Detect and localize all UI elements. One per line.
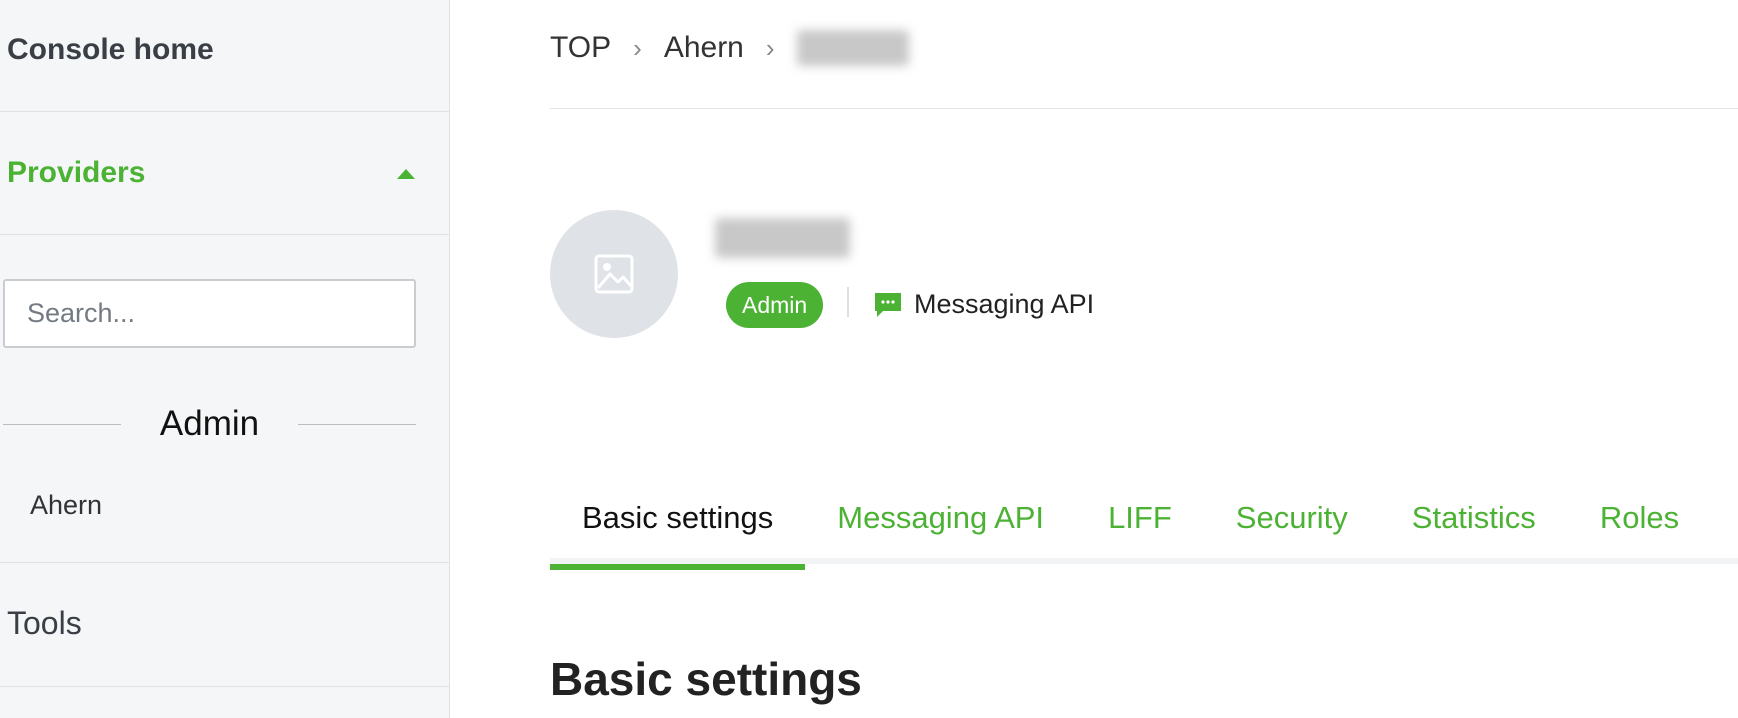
tab-roles[interactable]: Roles — [1568, 490, 1711, 564]
role-badge: Admin — [726, 282, 824, 328]
page-title: Basic settings — [550, 653, 862, 705]
tab-messaging-api[interactable]: Messaging API — [805, 490, 1076, 564]
app-root: Console home Providers Admin Ahern Tools… — [0, 0, 1738, 718]
providers-section[interactable]: Providers — [0, 112, 449, 235]
sidebar-item-provider[interactable]: Ahern — [30, 490, 102, 521]
vertical-divider — [847, 287, 849, 317]
provider-search-input[interactable] — [3, 279, 416, 348]
console-home-section[interactable]: Console home — [0, 0, 449, 112]
channel-type-label: Messaging API — [914, 289, 1095, 319]
breadcrumb: TOP › Ahern › — [550, 30, 909, 66]
channel-tabs: Basic settings Messaging API LIFF Securi… — [550, 490, 1738, 570]
main-content: TOP › Ahern › Admin Messaging API Basic … — [450, 0, 1738, 718]
tab-basic-settings[interactable]: Basic settings — [550, 490, 806, 570]
image-placeholder-icon — [594, 254, 634, 294]
divider-line-right — [298, 423, 416, 425]
breadcrumb-provider[interactable]: Ahern — [664, 31, 744, 65]
providers-label[interactable]: Providers — [7, 156, 145, 190]
tools-label[interactable]: Tools — [7, 605, 82, 642]
channel-type: Messaging API — [874, 289, 1094, 320]
channel-avatar — [550, 210, 678, 338]
console-home-link[interactable]: Console home — [7, 33, 214, 67]
chat-bubble-icon — [874, 292, 902, 318]
channel-name-redacted — [715, 218, 850, 258]
chevron-right-icon: › — [633, 32, 642, 63]
header-divider — [550, 108, 1738, 109]
tools-section[interactable]: Tools — [0, 562, 449, 687]
sidebar: Console home Providers Admin Ahern Tools — [0, 0, 450, 718]
role-group-label: Admin — [159, 404, 260, 443]
breadcrumb-top[interactable]: TOP — [550, 31, 611, 65]
tab-security[interactable]: Security — [1204, 490, 1380, 564]
chevron-up-icon[interactable] — [397, 169, 415, 179]
divider-line-left — [3, 423, 121, 425]
chevron-right-icon: › — [765, 32, 775, 63]
breadcrumb-channel-redacted — [796, 30, 909, 66]
role-group-divider: Admin — [3, 400, 416, 448]
tab-liff[interactable]: LIFF — [1076, 490, 1204, 564]
tab-statistics[interactable]: Statistics — [1380, 490, 1568, 564]
